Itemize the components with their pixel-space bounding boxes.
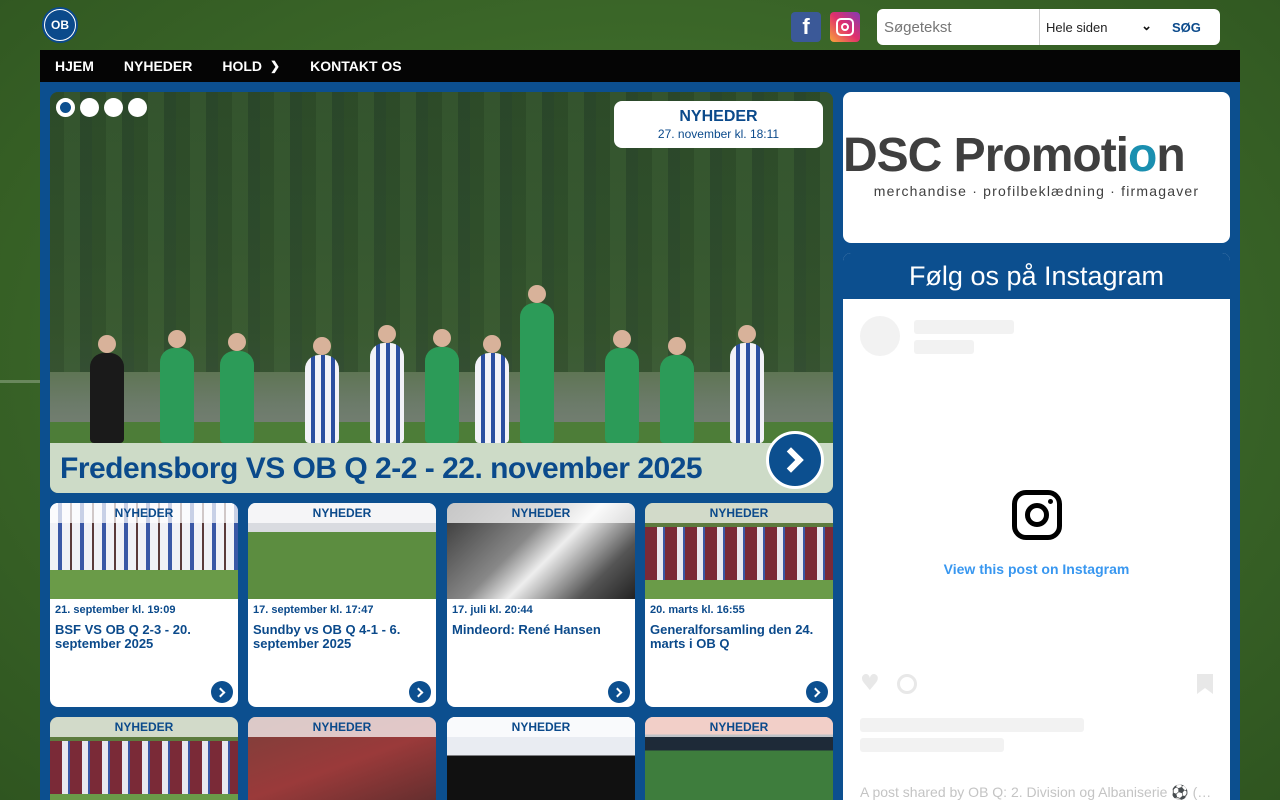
nav-label: NYHEDER bbox=[123, 58, 193, 74]
sponsor-brand-accent: o bbox=[1128, 129, 1157, 182]
nav-label: HOLD bbox=[222, 58, 263, 74]
news-card-category: NYHEDER bbox=[645, 717, 833, 737]
nav-item-hjem[interactable]: HJEM bbox=[40, 50, 109, 82]
hero-title: Fredensborg VS OB Q 2-2 - 22. november 2… bbox=[60, 452, 703, 485]
news-card[interactable]: NYHEDER 20. marts kl. 16:55 Generalforsa… bbox=[645, 503, 833, 707]
comment-icon bbox=[897, 674, 917, 694]
sponsor-tagline: merchandise · profilbeklædning · firmaga… bbox=[873, 183, 1200, 199]
view-post-link[interactable]: View this post on Instagram bbox=[843, 561, 1230, 577]
hero-figure bbox=[425, 329, 459, 443]
sponsor-brand-text: DSC Promoti bbox=[843, 129, 1129, 182]
instagram-caption[interactable]: A post shared by OB Q: 2. Division og Al… bbox=[860, 784, 1215, 800]
slider-dot[interactable] bbox=[80, 98, 99, 117]
news-card-category: NYHEDER bbox=[645, 503, 833, 523]
news-card-category: NYHEDER bbox=[50, 503, 238, 523]
nav-item-kontakt[interactable]: KONTAKT OS bbox=[295, 50, 417, 82]
text-placeholder bbox=[914, 340, 974, 354]
instagram-logo-icon[interactable] bbox=[1012, 490, 1062, 540]
news-card-category: NYHEDER bbox=[248, 503, 436, 523]
chevron-right-icon bbox=[215, 687, 226, 697]
chevron-right-icon bbox=[413, 687, 424, 697]
news-card[interactable]: NYHEDER 17. september kl. 17:47 Sundby v… bbox=[248, 503, 436, 707]
news-card-date: 17. september kl. 17:47 bbox=[253, 604, 374, 616]
search-scope-select[interactable]: Hele siden ⌄ bbox=[1040, 9, 1160, 45]
news-card-title: Mindeord: René Hansen bbox=[452, 622, 601, 637]
hero-figure bbox=[660, 337, 694, 443]
chevron-right-icon bbox=[778, 447, 804, 473]
slider-dot[interactable] bbox=[128, 98, 147, 117]
news-card[interactable]: NYHEDER 17. juli kl. 20:44 Mindeord: Ren… bbox=[447, 503, 635, 707]
text-placeholder bbox=[914, 320, 1014, 334]
main-nav: HJEM NYHEDER HOLD ❯ KONTAKT OS bbox=[40, 50, 1240, 82]
news-card-title: Sundby vs OB Q 4-1 - 6. september 2025 bbox=[253, 622, 401, 651]
bookmark-icon bbox=[1197, 674, 1213, 694]
news-card-category: NYHEDER bbox=[248, 717, 436, 737]
news-card-arrow-button[interactable] bbox=[211, 681, 233, 703]
chevron-down-icon: ⌄ bbox=[1141, 18, 1152, 33]
news-card[interactable]: NYHEDER bbox=[447, 717, 635, 800]
instagram-widget: Følg os på Instagram View this post on I… bbox=[843, 253, 1230, 800]
news-card-title: Generalforsamling den 24. marts i OB Q bbox=[650, 622, 814, 651]
hero-figure bbox=[305, 337, 339, 443]
sponsor-banner[interactable]: DSC Promotion merchandise · profilbeklæd… bbox=[843, 92, 1230, 243]
chevron-right-icon bbox=[612, 687, 623, 697]
news-card-arrow-button[interactable] bbox=[409, 681, 431, 703]
instagram-icon[interactable] bbox=[830, 12, 860, 42]
heart-icon: ♥ bbox=[860, 671, 880, 696]
hero-category: NYHEDER bbox=[679, 108, 758, 125]
sponsor-brand-text-end: n bbox=[1156, 129, 1185, 182]
search-input[interactable] bbox=[877, 9, 1040, 45]
hero-figure bbox=[160, 330, 194, 443]
slider-dot[interactable] bbox=[104, 98, 123, 117]
news-card-arrow-button[interactable] bbox=[608, 681, 630, 703]
hero-date: 27. november kl. 18:11 bbox=[657, 127, 780, 141]
nav-item-hold[interactable]: HOLD ❯ bbox=[207, 50, 295, 82]
news-card-date: 21. september kl. 19:09 bbox=[55, 604, 176, 616]
news-card[interactable]: NYHEDER bbox=[50, 717, 238, 800]
slider-dot[interactable] bbox=[56, 98, 75, 117]
news-card[interactable]: NYHEDER bbox=[248, 717, 436, 800]
avatar-placeholder bbox=[860, 316, 900, 356]
nav-item-nyheder[interactable]: NYHEDER bbox=[109, 50, 207, 82]
hero-figure bbox=[730, 325, 764, 443]
nav-label: HJEM bbox=[55, 58, 94, 74]
facebook-icon[interactable]: f bbox=[791, 12, 821, 42]
logo-text: OB bbox=[45, 10, 75, 40]
hero-figure bbox=[605, 330, 639, 443]
instagram-heading: Følg os på Instagram bbox=[843, 253, 1230, 299]
sponsor-brand: DSC Promotion bbox=[843, 128, 1230, 183]
main-content: NYHEDER 27. november kl. 18:11 Fredensbo… bbox=[40, 82, 1240, 800]
hero-figure bbox=[220, 333, 254, 443]
hero-slider[interactable]: NYHEDER 27. november kl. 18:11 Fredensbo… bbox=[50, 92, 833, 493]
chevron-right-icon bbox=[810, 687, 821, 697]
hero-tag: NYHEDER 27. november kl. 18:11 bbox=[614, 101, 823, 148]
news-card-category: NYHEDER bbox=[447, 717, 635, 737]
slider-dots bbox=[56, 98, 147, 117]
news-card-category: NYHEDER bbox=[50, 717, 238, 737]
text-placeholder bbox=[860, 738, 1004, 752]
hero-next-button[interactable] bbox=[766, 431, 824, 489]
chevron-right-icon: ❯ bbox=[270, 59, 281, 73]
news-card-arrow-button[interactable] bbox=[806, 681, 828, 703]
hero-figure bbox=[90, 335, 124, 443]
hero-caption[interactable]: Fredensborg VS OB Q 2-2 - 22. november 2… bbox=[50, 443, 833, 493]
hero-figure bbox=[370, 325, 404, 443]
text-placeholder bbox=[860, 718, 1084, 732]
nav-label: KONTAKT OS bbox=[310, 58, 402, 74]
hero-figure bbox=[475, 335, 509, 443]
search-bar: Hele siden ⌄ SØG bbox=[877, 9, 1220, 45]
club-logo[interactable]: OB bbox=[42, 7, 78, 43]
search-scope-value: Hele siden bbox=[1046, 19, 1108, 35]
news-card[interactable]: NYHEDER bbox=[645, 717, 833, 800]
news-card-category: NYHEDER bbox=[447, 503, 635, 523]
news-card-date: 17. juli kl. 20:44 bbox=[452, 604, 533, 616]
news-card[interactable]: NYHEDER 21. september kl. 19:09 BSF VS O… bbox=[50, 503, 238, 707]
news-card-date: 20. marts kl. 16:55 bbox=[650, 604, 745, 616]
news-card-title: BSF VS OB Q 2-3 - 20. september 2025 bbox=[55, 622, 191, 651]
search-button[interactable]: SØG bbox=[1172, 20, 1201, 35]
hero-figure bbox=[520, 285, 554, 443]
